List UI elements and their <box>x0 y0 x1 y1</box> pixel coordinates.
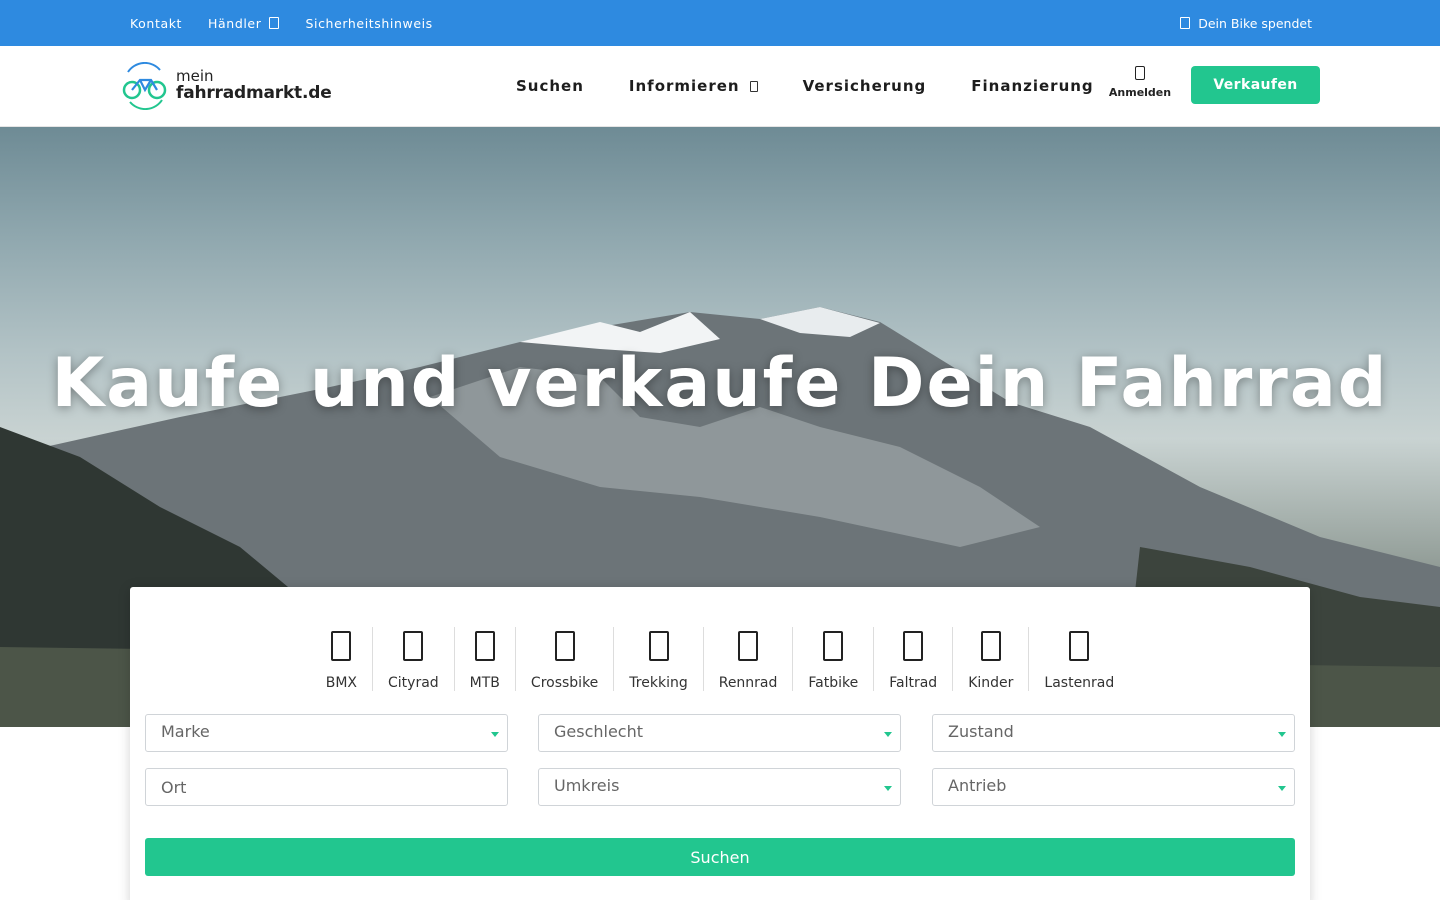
category-bmx[interactable]: BMX <box>311 627 372 691</box>
location-input[interactable]: Ort <box>145 768 508 806</box>
trekking-bike-icon <box>648 631 669 661</box>
heart-icon <box>1180 17 1191 29</box>
search-card: BMX Cityrad MTB Crossbike Trekking Rennr… <box>130 587 1310 900</box>
category-label: Lastenrad <box>1044 675 1115 691</box>
condition-select-value: Zustand <box>948 721 1014 741</box>
category-crossbike[interactable]: Crossbike <box>514 627 613 691</box>
category-lastenrad[interactable]: Lastenrad <box>1028 627 1129 691</box>
bmx-icon <box>331 631 352 661</box>
fat-bike-icon <box>823 631 844 661</box>
category-label: Faltrad <box>889 675 938 691</box>
category-label: Rennrad <box>718 675 778 691</box>
logo-text-main: fahrradmarkt.de <box>176 82 332 103</box>
bicycle-logo-icon <box>122 62 167 110</box>
category-cityrad[interactable]: Cityrad <box>372 627 454 691</box>
category-label: Crossbike <box>530 675 599 691</box>
sell-button[interactable]: Verkaufen <box>1191 66 1320 104</box>
city-bike-icon <box>403 631 424 661</box>
road-bike-icon <box>738 631 759 661</box>
category-trekking[interactable]: Trekking <box>613 627 702 691</box>
category-label: Kinder <box>968 675 1014 691</box>
donate-label: Dein Bike spendet <box>1198 15 1312 31</box>
cross-bike-icon <box>554 631 575 661</box>
contact-link[interactable]: Kontakt <box>130 16 182 31</box>
dealer-menu[interactable]: Händler <box>208 15 280 31</box>
donate-link[interactable]: Dein Bike spendet <box>1180 0 1312 46</box>
brand-select[interactable]: Marke <box>145 714 508 752</box>
radius-select-value: Umkreis <box>554 775 620 795</box>
top-bar: Kontakt Händler Sicherheitshinweis Dein … <box>0 0 1440 46</box>
nav-informieren[interactable]: Informieren <box>629 77 758 95</box>
category-kinder[interactable]: Kinder <box>952 627 1028 691</box>
search-button[interactable]: Suchen <box>145 838 1295 876</box>
category-label: Fatbike <box>808 675 859 691</box>
category-rennrad[interactable]: Rennrad <box>702 627 793 691</box>
drive-select-value: Antrieb <box>948 775 1007 795</box>
category-row: BMX Cityrad MTB Crossbike Trekking Rennr… <box>130 627 1310 691</box>
kids-bike-icon <box>980 631 1001 661</box>
category-label: MTB <box>469 675 500 691</box>
hero-title: Kaufe und verkaufe Dein Fahrrad <box>51 344 1389 423</box>
cargo-bike-icon <box>1069 631 1090 661</box>
location-input-placeholder: Ort <box>161 777 187 797</box>
category-mtb[interactable]: MTB <box>453 627 515 691</box>
login-button[interactable]: Anmelden <box>1108 66 1172 99</box>
category-label: Cityrad <box>388 675 439 691</box>
nav-finanzierung[interactable]: Finanzierung <box>971 77 1093 95</box>
brand-select-value: Marke <box>161 721 210 741</box>
login-label: Anmelden <box>1108 86 1172 99</box>
category-fatbike[interactable]: Fatbike <box>792 627 873 691</box>
main-header: mein fahrradmarkt.de Suchen Informieren … <box>0 46 1440 127</box>
top-links: Kontakt Händler Sicherheitshinweis <box>130 0 433 46</box>
folding-bike-icon <box>903 631 924 661</box>
gender-select[interactable]: Geschlecht <box>538 714 901 752</box>
nav-versicherung[interactable]: Versicherung <box>803 77 927 95</box>
mountain-bike-icon <box>474 631 495 661</box>
main-nav: Suchen Informieren Versicherung Finanzie… <box>516 46 1094 126</box>
safety-link[interactable]: Sicherheitshinweis <box>305 16 432 31</box>
chevron-down-icon <box>749 80 758 92</box>
dealer-link-label: Händler <box>208 15 262 31</box>
site-logo[interactable]: mein fahrradmarkt.de <box>120 62 332 110</box>
radius-select[interactable]: Umkreis <box>538 768 901 806</box>
category-label: BMX <box>325 675 357 691</box>
category-faltrad[interactable]: Faltrad <box>873 627 952 691</box>
nav-suchen[interactable]: Suchen <box>516 77 584 95</box>
chevron-down-icon <box>269 17 280 29</box>
nav-informieren-label: Informieren <box>628 77 740 95</box>
drive-select[interactable]: Antrieb <box>932 768 1295 806</box>
user-icon <box>1135 66 1145 80</box>
gender-select-value: Geschlecht <box>554 721 644 741</box>
condition-select[interactable]: Zustand <box>932 714 1295 752</box>
category-label: Trekking <box>629 675 688 691</box>
